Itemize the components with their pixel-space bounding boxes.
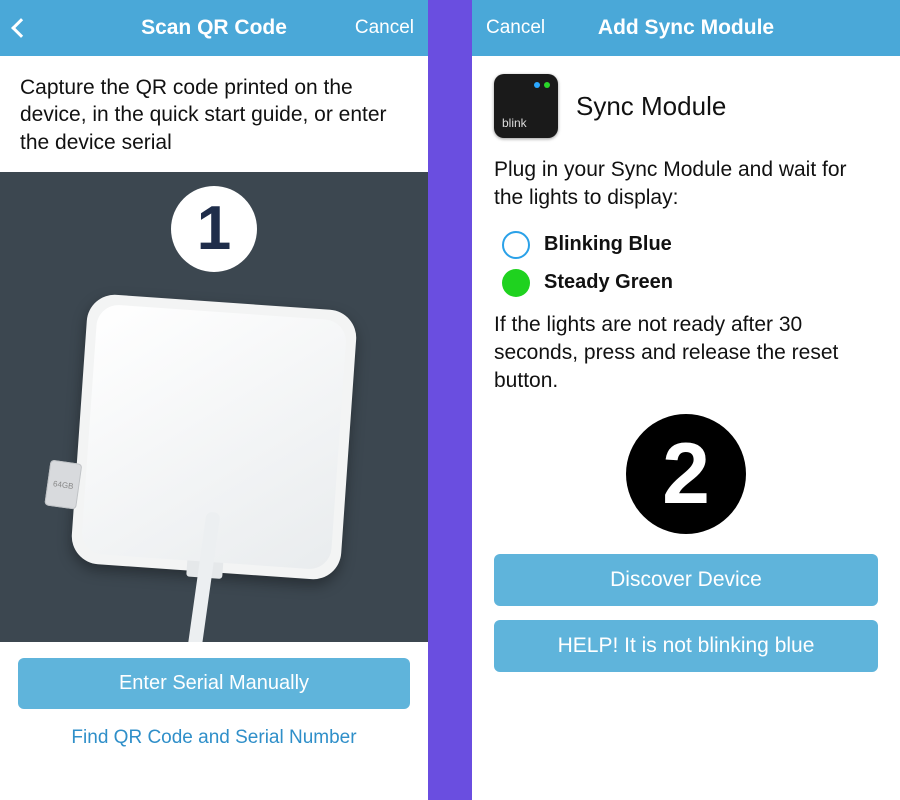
sync-module-heading-row: blink Sync Module <box>494 74 878 138</box>
light-status-blue: Blinking Blue <box>502 231 878 259</box>
header: Cancel Add Sync Module <box>472 0 900 56</box>
qr-code-icon <box>118 329 154 365</box>
device-fccid: FCC ID: 2AF77-H2121520 <box>114 399 317 428</box>
device-dsn: DSN: <box>116 369 319 398</box>
fcc-mark-icon: FC <box>296 420 316 442</box>
step-badge-2: 2 <box>626 414 746 534</box>
reset-instruction: If the lights are not ready after 30 sec… <box>494 311 878 396</box>
find-qr-link[interactable]: Find QR Code and Serial Number <box>71 727 356 748</box>
blue-light-icon <box>502 231 530 259</box>
sync-module-photo: MODEL: BSM00400U MADE IN CHINA DSN: MAC:… <box>70 293 358 581</box>
device-mac: MAC: 44:D5:CC:81:57:29 <box>115 384 318 413</box>
screen-divider <box>428 0 472 800</box>
step-badge-2-number: 2 <box>662 431 710 517</box>
discover-device-button[interactable]: Discover Device <box>494 554 878 606</box>
device-model: MODEL: BSM00400U <box>165 332 277 356</box>
green-light-label: Steady Green <box>544 271 673 294</box>
sd-card-label: 64GB <box>53 479 75 491</box>
sync-module-icon: blink <box>494 74 558 138</box>
header-title: Add Sync Module <box>598 16 774 40</box>
green-light-icon <box>502 269 530 297</box>
device-label: MODEL: BSM00400U MADE IN CHINA DSN: MAC:… <box>112 329 322 458</box>
instruction-text: Capture the QR code printed on the devic… <box>0 56 428 172</box>
enter-serial-manually-button[interactable]: Enter Serial Manually <box>18 658 410 709</box>
camera-viewfinder[interactable]: 1 MODEL: BSM00400U MADE IN CHINA DSN: MA… <box>0 172 428 642</box>
header-title: Scan QR Code <box>141 16 287 40</box>
device-made-in: MADE IN CHINA <box>164 349 276 372</box>
device-ssid: SSID: BLINK-00F1 <box>112 429 315 458</box>
back-button[interactable] <box>14 21 84 35</box>
cancel-label: Cancel <box>355 17 414 39</box>
screen-scan-qr: Scan QR Code Cancel Capture the QR code … <box>0 0 428 800</box>
brand-label: blink <box>502 116 527 130</box>
trash-icon: 🗑 <box>269 418 288 440</box>
screen-add-sync-module: Cancel Add Sync Module blink Sync Module… <box>472 0 900 800</box>
light-status-green: Steady Green <box>502 269 878 297</box>
step-badge-1: 1 <box>171 186 257 272</box>
plug-in-instruction: Plug in your Sync Module and wait for th… <box>494 156 878 213</box>
cancel-button[interactable]: Cancel <box>344 17 414 39</box>
cancel-button[interactable]: Cancel <box>486 17 556 39</box>
ce-mark-icon: C═ <box>109 459 139 488</box>
cancel-label: Cancel <box>486 17 545 39</box>
help-not-blinking-button[interactable]: HELP! It is not blinking blue <box>494 620 878 672</box>
device-ic: IC: 20741-B2121520 <box>113 414 316 443</box>
led-indicator-icon <box>534 82 550 88</box>
chevron-left-icon <box>11 18 31 38</box>
sd-card-icon: 64GB <box>44 459 82 509</box>
step-badge-1-number: 1 <box>197 198 231 260</box>
blue-light-label: Blinking Blue <box>544 233 672 256</box>
header: Scan QR Code Cancel <box>0 0 428 56</box>
sync-module-title: Sync Module <box>576 91 726 122</box>
